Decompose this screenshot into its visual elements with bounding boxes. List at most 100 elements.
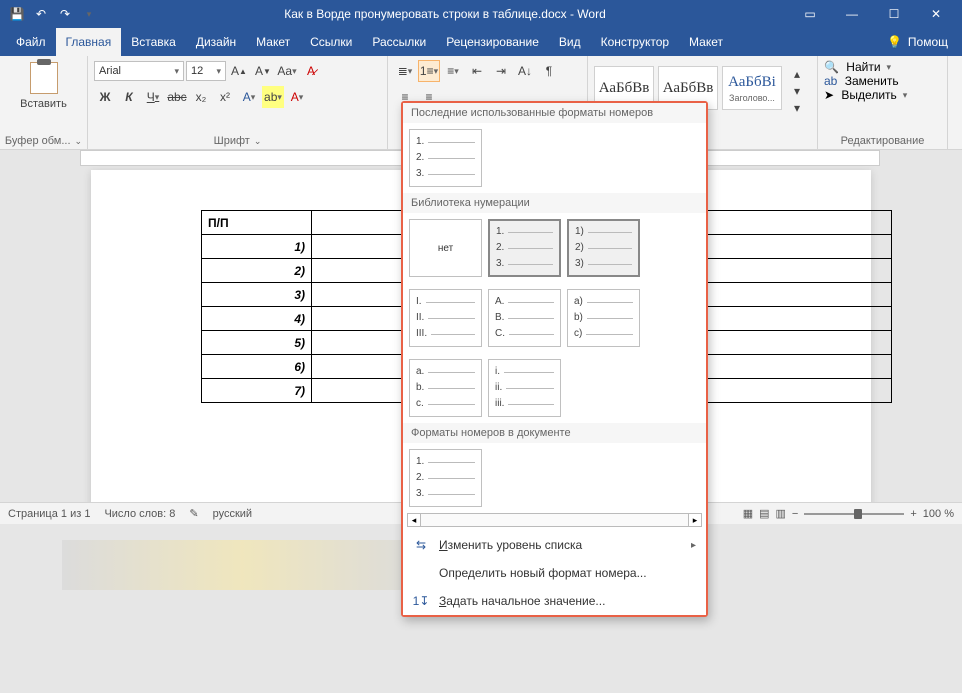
- strike-button[interactable]: abc: [166, 86, 188, 108]
- close-button[interactable]: ✕: [916, 3, 956, 25]
- scroll-left-icon[interactable]: ◂: [407, 513, 421, 527]
- title-bar: 💾 ↶ ↷ ▾ Как в Ворде пронумеровать строки…: [0, 0, 962, 28]
- undo-button[interactable]: ↶: [30, 3, 52, 25]
- indent-icon: ⇆: [413, 537, 429, 553]
- group-font: Arial▾ 12▾ A▲ A▼ Aa▾ A̷ Ж К Ч▾ abc x₂ x²…: [88, 56, 388, 149]
- table-cell[interactable]: 7): [202, 379, 312, 403]
- ribbon-options-button[interactable]: ▭: [790, 3, 830, 25]
- tab-layout[interactable]: Макет: [246, 28, 300, 56]
- status-words[interactable]: Число слов: 8: [104, 508, 175, 520]
- quick-access-toolbar: 💾 ↶ ↷ ▾: [6, 3, 100, 25]
- maximize-button[interactable]: ☐: [874, 3, 914, 25]
- styles-down[interactable]: ▾: [786, 83, 808, 99]
- redo-button[interactable]: ↷: [54, 3, 76, 25]
- tab-file[interactable]: Файл: [6, 28, 56, 56]
- sort-button[interactable]: A↓: [514, 60, 536, 82]
- numbering-tile[interactable]: a) b) c): [567, 289, 640, 347]
- decrease-indent-button[interactable]: ⇤: [466, 60, 488, 82]
- subscript-button[interactable]: x₂: [190, 86, 212, 108]
- numbering-tile[interactable]: a. b. c.: [409, 359, 482, 417]
- numbering-section-document: Форматы номеров в документе: [403, 423, 706, 443]
- clipboard-icon: [30, 62, 58, 94]
- numbering-button[interactable]: 1≡▾: [418, 60, 440, 82]
- number-icon: 1↧: [413, 593, 429, 609]
- menu-define-format[interactable]: Определить новый формат номера...: [403, 559, 706, 587]
- cursor-icon: ➤: [824, 88, 834, 102]
- clear-formatting-button[interactable]: A̷: [300, 60, 322, 82]
- status-language[interactable]: русский: [213, 508, 252, 520]
- change-case-button[interactable]: Aa▾: [276, 60, 298, 82]
- tab-table-layout[interactable]: Макет: [679, 28, 733, 56]
- numbering-tile[interactable]: 1. 2. 3.: [488, 219, 561, 277]
- proofing-icon[interactable]: ✎: [189, 507, 198, 520]
- numbering-tile[interactable]: I. II. III.: [409, 289, 482, 347]
- styles-up[interactable]: ▴: [786, 66, 808, 82]
- group-font-label: Шрифт⌄: [88, 133, 387, 147]
- window-controls: ▭ — ☐ ✕: [790, 3, 956, 25]
- view-print-button[interactable]: ▤: [759, 507, 769, 520]
- paste-button[interactable]: Вставить: [6, 60, 81, 112]
- styles-more[interactable]: ▾: [786, 100, 808, 116]
- group-clipboard: Вставить Буфер обм...⌄: [0, 56, 88, 149]
- tab-table-design[interactable]: Конструктор: [591, 28, 679, 56]
- zoom-in-button[interactable]: +: [910, 508, 916, 520]
- tab-design[interactable]: Дизайн: [186, 28, 246, 56]
- superscript-button[interactable]: x²: [214, 86, 236, 108]
- grow-font-button[interactable]: A▲: [228, 60, 250, 82]
- blank-icon: [413, 565, 429, 581]
- numbering-tile-none[interactable]: нет: [409, 219, 482, 277]
- numbering-tile[interactable]: 1) 2) 3): [567, 219, 640, 277]
- highlight-button[interactable]: ab▾: [262, 86, 284, 108]
- increase-indent-button[interactable]: ⇥: [490, 60, 512, 82]
- show-marks-button[interactable]: ¶: [538, 60, 560, 82]
- minimize-button[interactable]: —: [832, 3, 872, 25]
- qat-more-button[interactable]: ▾: [78, 3, 100, 25]
- tab-review[interactable]: Рецензирование: [436, 28, 549, 56]
- style-heading1[interactable]: АаБбВіЗаголово...: [722, 66, 782, 110]
- menu-change-level[interactable]: ⇆ Изменить уровень списка ▸: [403, 531, 706, 559]
- replace-button[interactable]: ab Заменить: [824, 74, 941, 88]
- menu-set-value[interactable]: 1↧ Задать начальное значение...: [403, 587, 706, 615]
- view-web-button[interactable]: ▥: [776, 507, 786, 520]
- italic-button[interactable]: К: [118, 86, 140, 108]
- numbering-scrollbar[interactable]: ◂ ▸: [403, 513, 706, 531]
- view-readmode-button[interactable]: ▦: [743, 507, 753, 520]
- tab-mailings[interactable]: Рассылки: [362, 28, 436, 56]
- numbering-tile[interactable]: 1. 2. 3.: [409, 129, 482, 187]
- underline-button[interactable]: Ч▾: [142, 86, 164, 108]
- tab-references[interactable]: Ссылки: [300, 28, 362, 56]
- bold-button[interactable]: Ж: [94, 86, 116, 108]
- table-cell[interactable]: 5): [202, 331, 312, 355]
- numbering-tile[interactable]: 1. 2. 3.: [409, 449, 482, 507]
- tab-home[interactable]: Главная: [56, 28, 122, 56]
- table-cell[interactable]: 3): [202, 283, 312, 307]
- scroll-right-icon[interactable]: ▸: [688, 513, 702, 527]
- status-page[interactable]: Страница 1 из 1: [8, 508, 90, 520]
- font-size-select[interactable]: 12▾: [186, 61, 226, 81]
- table-cell[interactable]: 6): [202, 355, 312, 379]
- zoom-controls: ▦ ▤ ▥ − + 100 %: [743, 507, 954, 520]
- table-cell[interactable]: 1): [202, 235, 312, 259]
- find-button[interactable]: 🔍 Найти▾: [824, 60, 941, 74]
- text-effects-button[interactable]: A▾: [238, 86, 260, 108]
- tell-me[interactable]: 💡 Помощ: [887, 28, 962, 56]
- tab-insert[interactable]: Вставка: [121, 28, 186, 56]
- select-button[interactable]: ➤ Выделить▾: [824, 88, 941, 102]
- tab-view[interactable]: Вид: [549, 28, 591, 56]
- bullets-button[interactable]: ≣▾: [394, 60, 416, 82]
- font-color-button[interactable]: A▾: [286, 86, 308, 108]
- table-cell[interactable]: 4): [202, 307, 312, 331]
- numbering-tile[interactable]: i. ii. iii.: [488, 359, 561, 417]
- zoom-slider[interactable]: [804, 513, 904, 515]
- zoom-out-button[interactable]: −: [792, 508, 798, 520]
- zoom-value[interactable]: 100 %: [923, 508, 954, 520]
- save-button[interactable]: 💾: [6, 3, 28, 25]
- table-cell[interactable]: 2): [202, 259, 312, 283]
- ribbon-tabs: Файл Главная Вставка Дизайн Макет Ссылки…: [0, 28, 962, 56]
- header-cell[interactable]: П/П: [202, 211, 312, 235]
- font-name-select[interactable]: Arial▾: [94, 61, 184, 81]
- shrink-font-button[interactable]: A▼: [252, 60, 274, 82]
- document-title: Как в Ворде пронумеровать строки в табли…: [100, 7, 790, 21]
- numbering-tile[interactable]: A. B. C.: [488, 289, 561, 347]
- multilevel-button[interactable]: ≡▾: [442, 60, 464, 82]
